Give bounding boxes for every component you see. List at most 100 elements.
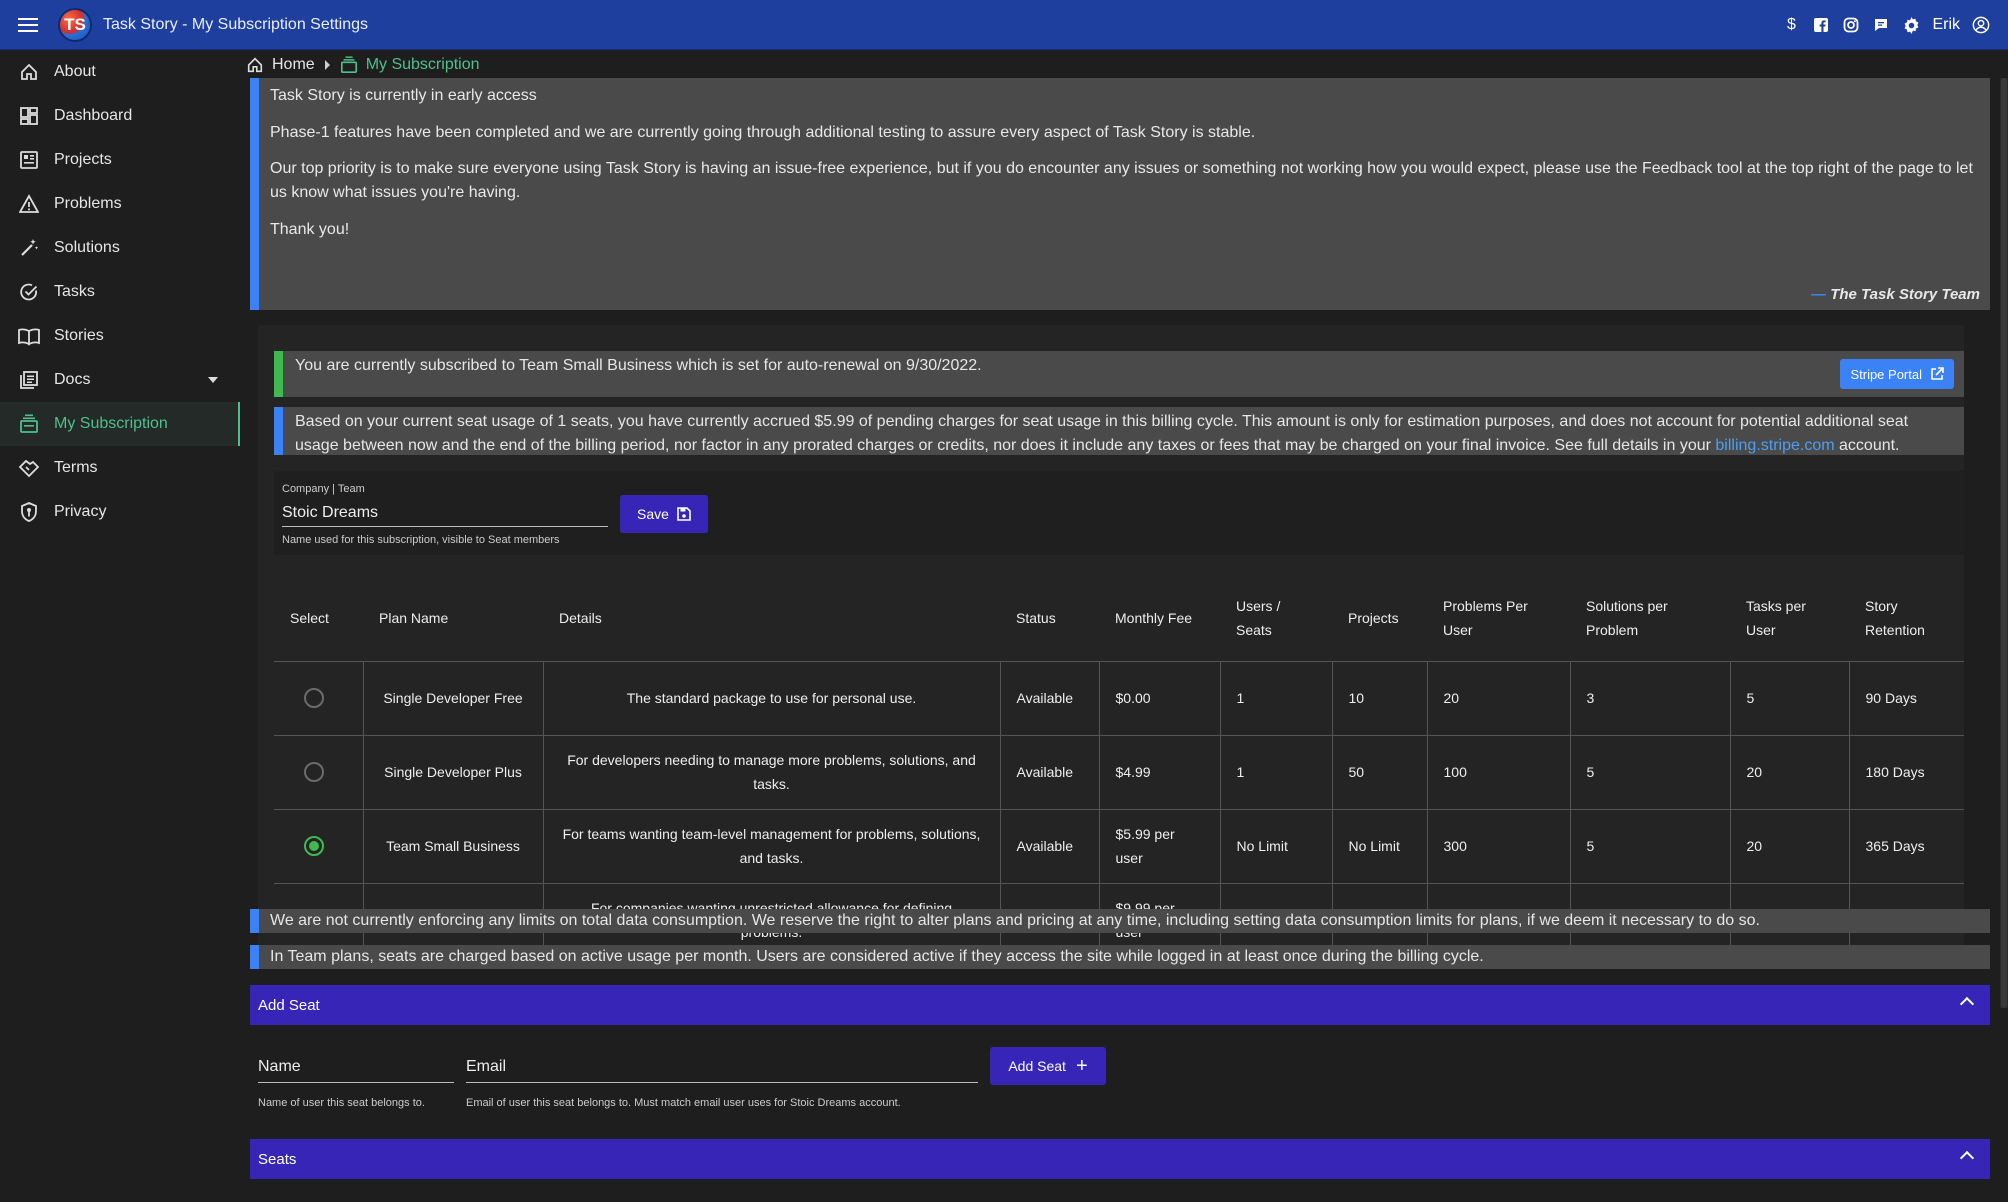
menu-icon[interactable] bbox=[0, 0, 56, 50]
subscription-icon bbox=[18, 413, 40, 435]
chevron-up-icon[interactable] bbox=[1959, 1150, 1975, 1166]
sidebar-item-label: Tasks bbox=[54, 283, 95, 300]
app-logo[interactable]: TS bbox=[58, 7, 92, 42]
app-title: Task Story - My Subscription Settings bbox=[103, 15, 368, 33]
sidebar-item-my-subscription[interactable]: My Subscription bbox=[0, 402, 240, 446]
magic-wand-icon bbox=[18, 237, 40, 259]
dashboard-icon bbox=[18, 105, 40, 127]
header-users-seats: Users / Seats bbox=[1220, 575, 1332, 662]
breadcrumb-current: My Subscription bbox=[365, 56, 480, 73]
facebook-icon[interactable] bbox=[1812, 16, 1830, 34]
sidebar-item-problems[interactable]: Problems bbox=[0, 182, 240, 226]
sidebar-item-solutions[interactable]: Solutions bbox=[0, 226, 240, 270]
plan-fee: $4.99 bbox=[1098, 735, 1220, 810]
table-row[interactable]: Single Developer Free The standard packa… bbox=[274, 661, 1964, 736]
chevron-down-icon[interactable] bbox=[208, 377, 218, 383]
user-name[interactable]: Erik bbox=[1932, 16, 1960, 34]
shield-icon bbox=[18, 501, 40, 523]
external-link-icon bbox=[1930, 367, 1944, 381]
stripe-portal-button[interactable]: Stripe Portal bbox=[1840, 359, 1954, 389]
warning-icon bbox=[18, 193, 40, 215]
plan-problems: 300 bbox=[1426, 809, 1570, 884]
team-seats-info: In Team plans, seats are charged based o… bbox=[250, 945, 1990, 969]
data-limits-info: We are not currently enforcing any limit… bbox=[250, 909, 1990, 933]
plan-projects: No Limit bbox=[1331, 809, 1427, 884]
seat-email-hint: Email of user this seat belongs to. Must… bbox=[466, 1097, 901, 1109]
header-projects: Projects bbox=[1332, 575, 1427, 662]
sidebar-item-stories[interactable]: Stories bbox=[0, 314, 240, 358]
company-team-input[interactable]: Stoic Dreams bbox=[282, 499, 608, 527]
sidebar-item-dashboard[interactable]: Dashboard bbox=[0, 94, 240, 138]
plans-table: Select Plan Name Details Status Monthly … bbox=[274, 575, 1964, 957]
sidebar-item-tasks[interactable]: Tasks bbox=[0, 270, 240, 314]
scrollbar[interactable] bbox=[2000, 78, 2008, 1008]
sidebar-item-docs[interactable]: Docs bbox=[0, 358, 240, 402]
instagram-icon[interactable] bbox=[1842, 16, 1860, 34]
add-seat-label: Add Seat bbox=[1008, 1058, 1066, 1074]
save-icon bbox=[677, 507, 691, 521]
handshake-icon bbox=[18, 457, 40, 479]
plan-tasks: 20 bbox=[1729, 809, 1849, 884]
home-icon[interactable] bbox=[246, 56, 264, 74]
sidebar-item-about[interactable]: About bbox=[0, 50, 240, 94]
book-icon bbox=[18, 325, 40, 347]
plan-tasks: 20 bbox=[1729, 735, 1849, 810]
plan-name: Team Small Business bbox=[362, 809, 543, 884]
sidebar-item-label: About bbox=[54, 63, 96, 80]
plan-radio[interactable] bbox=[304, 762, 324, 782]
plan-solutions: 5 bbox=[1569, 809, 1730, 884]
plan-retention: 180 Days bbox=[1848, 735, 1964, 810]
plans-header-row: Select Plan Name Details Status Monthly … bbox=[274, 575, 1964, 662]
seat-name-input[interactable]: Name bbox=[258, 1053, 454, 1083]
chevron-up-icon[interactable] bbox=[1959, 996, 1975, 1012]
subscription-status-text: You are currently subscribed to Team Sma… bbox=[295, 357, 982, 374]
pending-charges-alert: Based on your current seat usage of 1 se… bbox=[274, 407, 1964, 455]
sidebar-item-label: Privacy bbox=[54, 503, 107, 520]
scrollbar-thumb[interactable] bbox=[2001, 78, 2007, 1008]
plan-solutions: 5 bbox=[1569, 735, 1730, 810]
plan-projects: 50 bbox=[1331, 735, 1427, 810]
plan-radio-selected[interactable] bbox=[304, 836, 324, 856]
header-solutions-per-problem: Solutions per Problem bbox=[1570, 575, 1730, 662]
sidebar-item-label: Dashboard bbox=[54, 107, 133, 124]
dollar-icon[interactable]: $ bbox=[1782, 16, 1800, 34]
table-row[interactable]: Single Developer Plus For developers nee… bbox=[274, 735, 1964, 810]
sidebar-item-privacy[interactable]: Privacy bbox=[0, 490, 240, 534]
seat-email-input[interactable]: Email bbox=[466, 1053, 978, 1083]
docs-icon bbox=[18, 369, 40, 391]
plan-tasks: 5 bbox=[1729, 661, 1849, 736]
add-seat-title: Add Seat bbox=[258, 996, 320, 1014]
company-team-form: Company | Team Stoic Dreams Name used fo… bbox=[274, 471, 1964, 555]
plan-details: For teams wanting team-level management … bbox=[542, 809, 1000, 884]
signature-text: The Task Story Team bbox=[1830, 286, 1980, 303]
header-story-retention: Story Retention bbox=[1849, 575, 1964, 662]
save-label: Save bbox=[637, 506, 669, 522]
plan-retention: 90 Days bbox=[1848, 661, 1964, 736]
breadcrumb: Home My Subscription bbox=[246, 54, 488, 76]
sidebar-item-label: Terms bbox=[54, 459, 98, 476]
plus-icon: + bbox=[1075, 1055, 1088, 1077]
sidebar-item-projects[interactable]: Projects bbox=[0, 138, 240, 182]
gear-icon[interactable] bbox=[1902, 16, 1920, 34]
plan-details: For developers needing to manage more pr… bbox=[542, 735, 1000, 810]
sidebar-item-terms[interactable]: Terms bbox=[0, 446, 240, 490]
seats-accordion[interactable]: Seats bbox=[250, 1139, 1990, 1179]
early-access-notice: Task Story is currently in early access … bbox=[250, 78, 1990, 310]
sidebar-item-label: Docs bbox=[54, 371, 91, 388]
add-seat-accordion[interactable]: Add Seat bbox=[250, 985, 1990, 1025]
table-row[interactable]: Team Small Business For teams wanting te… bbox=[274, 809, 1964, 884]
feedback-icon[interactable] bbox=[1872, 16, 1890, 34]
plan-users: 1 bbox=[1219, 735, 1332, 810]
header-problems-per-user: Problems Per User bbox=[1427, 575, 1570, 662]
breadcrumb-home[interactable]: Home bbox=[272, 56, 315, 74]
save-button[interactable]: Save bbox=[620, 495, 708, 533]
plan-radio[interactable] bbox=[304, 688, 324, 708]
sidebar-item-label: Solutions bbox=[54, 239, 120, 256]
billing-stripe-link[interactable]: billing.stripe.com bbox=[1715, 437, 1834, 454]
header-monthly-fee: Monthly Fee bbox=[1099, 575, 1220, 662]
add-seat-button[interactable]: Add Seat + bbox=[990, 1047, 1106, 1085]
account-icon[interactable] bbox=[1972, 16, 1990, 34]
pending-charges-suffix: account. bbox=[1839, 437, 1900, 454]
subscription-status-alert: You are currently subscribed to Team Sma… bbox=[274, 351, 1964, 397]
signature-dash: — bbox=[1811, 286, 1827, 303]
